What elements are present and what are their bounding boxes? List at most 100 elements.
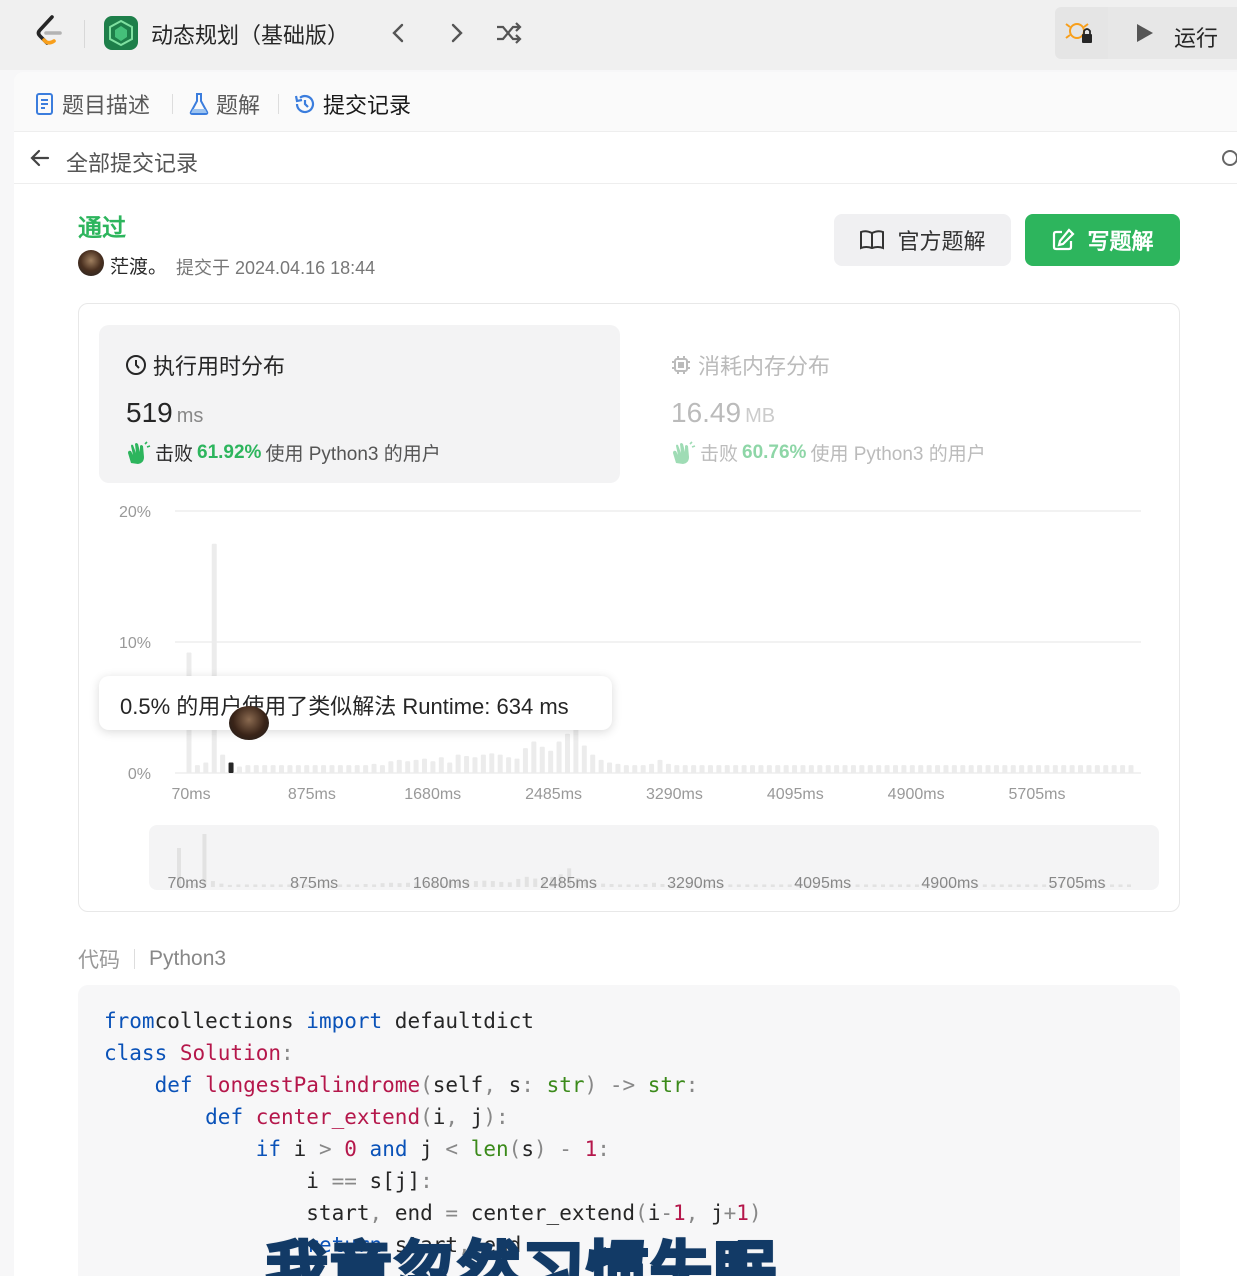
distribution-bar <box>480 754 486 773</box>
distribution-bar <box>918 765 924 773</box>
divider <box>134 949 135 969</box>
avatar[interactable] <box>78 250 104 276</box>
runtime-stat[interactable]: 执行用时分布 519 ms 击败 61.92% 使用 Python3 的用户 <box>99 325 620 483</box>
distribution-bar <box>699 765 705 773</box>
distribution-bar <box>590 754 596 773</box>
distribution-bar <box>455 754 461 773</box>
random-question-button[interactable] <box>494 18 524 48</box>
memory-unit: MB <box>745 405 776 427</box>
performance-card: 执行用时分布 519 ms 击败 61.92% 使用 Python3 的用户 消耗… <box>78 303 1180 912</box>
clap-icon <box>673 440 696 464</box>
distribution-bar <box>1061 765 1067 773</box>
distribution-bar <box>270 765 276 773</box>
top-bar: 动态规划（基础版） 运行 <box>0 0 1237 70</box>
navigator-bar <box>244 884 249 887</box>
distribution-bar <box>741 765 747 773</box>
author-name[interactable]: 茫渡。 <box>110 252 167 279</box>
distribution-bar <box>203 762 209 773</box>
distribution-bar <box>960 765 966 773</box>
runtime-value: 519 <box>126 397 173 428</box>
navigator-bar <box>779 884 784 887</box>
debug-button[interactable] <box>1055 7 1105 59</box>
memory-stat[interactable]: 消耗内存分布 16.49 MB 击败 60.76% 使用 Python3 的用户 <box>644 325 1165 483</box>
distribution-bar <box>674 765 680 773</box>
memory-beat-suffix: 使用 Python3 的用户 <box>810 444 986 465</box>
runtime-beat-suffix: 使用 Python3 的用户 <box>265 444 441 465</box>
distribution-bar <box>750 765 756 773</box>
code-label: 代码 <box>78 949 120 972</box>
next-question-button[interactable] <box>442 18 470 48</box>
navigator-bar <box>380 883 385 887</box>
distribution-bar <box>1078 765 1084 773</box>
distribution-bar <box>901 765 907 773</box>
distribution-bar <box>909 765 915 773</box>
highlighted-bar <box>228 762 234 773</box>
navigator-bar <box>253 884 258 887</box>
distribution-bar <box>1094 765 1100 773</box>
prev-question-button[interactable] <box>385 18 413 48</box>
arrow-left-icon[interactable] <box>28 146 52 170</box>
official-solution-button[interactable]: 官方题解 <box>834 214 1011 266</box>
navigator-tick-label: 1680ms <box>413 875 470 892</box>
memory-beat: 击败 60.76% 使用 Python3 的用户 <box>670 439 986 466</box>
distribution-bar <box>447 762 453 773</box>
study-plan-icon[interactable] <box>104 16 138 50</box>
tab-solutions[interactable]: 题解 <box>188 88 260 120</box>
official-solution-label: 官方题解 <box>897 229 986 254</box>
debug-lock-icon <box>1065 23 1092 43</box>
navigator-bar <box>652 882 656 887</box>
tab-description[interactable]: 题目描述 <box>34 88 150 120</box>
distribution-bar <box>564 733 570 773</box>
navigator-bar <box>270 884 275 887</box>
distribution-bar <box>548 750 554 773</box>
distribution-bar <box>253 765 259 773</box>
navigator-bar <box>753 884 758 887</box>
navigator-bar <box>524 876 529 887</box>
runtime-value-row: 519 ms <box>126 397 203 429</box>
distribution-bar <box>304 765 310 773</box>
navigator-bar <box>397 883 402 887</box>
shuffle-icon <box>497 22 522 44</box>
x-tick-label: 1680ms <box>404 786 461 803</box>
x-tick-label: 70ms <box>171 786 210 803</box>
navigator-bar <box>787 884 792 887</box>
study-plan-title[interactable]: 动态规划（基础版） <box>151 18 349 50</box>
distribution-bar <box>287 765 293 773</box>
tab-bar: 题目描述 题解 提交记录 <box>14 72 1237 132</box>
navigator-bar <box>864 884 869 887</box>
run-button[interactable]: 运行 <box>1108 7 1237 59</box>
memory-title: 消耗内存分布 <box>670 349 830 381</box>
runtime-beat-prefix: 击败 <box>155 444 194 465</box>
write-solution-button[interactable]: 写题解 <box>1025 214 1180 266</box>
navigator-bar <box>389 882 394 887</box>
history-icon <box>294 94 315 114</box>
distribution-bar <box>464 755 470 773</box>
code-line: def longestPalindrome(self, s: str) -> s… <box>154 1073 699 1097</box>
distribution-bar <box>211 543 217 773</box>
distribution-bar <box>682 765 688 773</box>
navigator-bar <box>363 884 368 887</box>
navigator-bar <box>1008 884 1013 887</box>
distribution-bar <box>632 765 638 773</box>
runtime-title: 执行用时分布 <box>125 349 285 381</box>
navigator-bar <box>499 881 504 887</box>
chip-icon <box>672 356 690 374</box>
navigator-bar <box>618 884 623 887</box>
all-submissions-link[interactable]: 全部提交记录 <box>66 146 198 178</box>
share-icon[interactable] <box>1220 148 1237 168</box>
x-tick-label: 4095ms <box>767 786 824 803</box>
tab-submissions[interactable]: 提交记录 <box>293 88 411 120</box>
distribution-bar <box>884 765 890 773</box>
distribution-bar <box>236 766 242 773</box>
runtime-beat-pct: 61.92% <box>197 441 262 463</box>
distribution-bar <box>413 759 419 773</box>
distribution-bar <box>758 765 764 773</box>
distribution-bar <box>1103 765 1109 773</box>
book-open-icon <box>860 230 885 250</box>
code-line: class Solution: <box>104 1041 294 1065</box>
distribution-bar <box>1052 765 1058 773</box>
distribution-bar <box>850 765 856 773</box>
distribution-bar <box>607 762 613 773</box>
navigator-bar <box>609 884 614 887</box>
leetcode-logo-icon[interactable] <box>30 14 70 52</box>
